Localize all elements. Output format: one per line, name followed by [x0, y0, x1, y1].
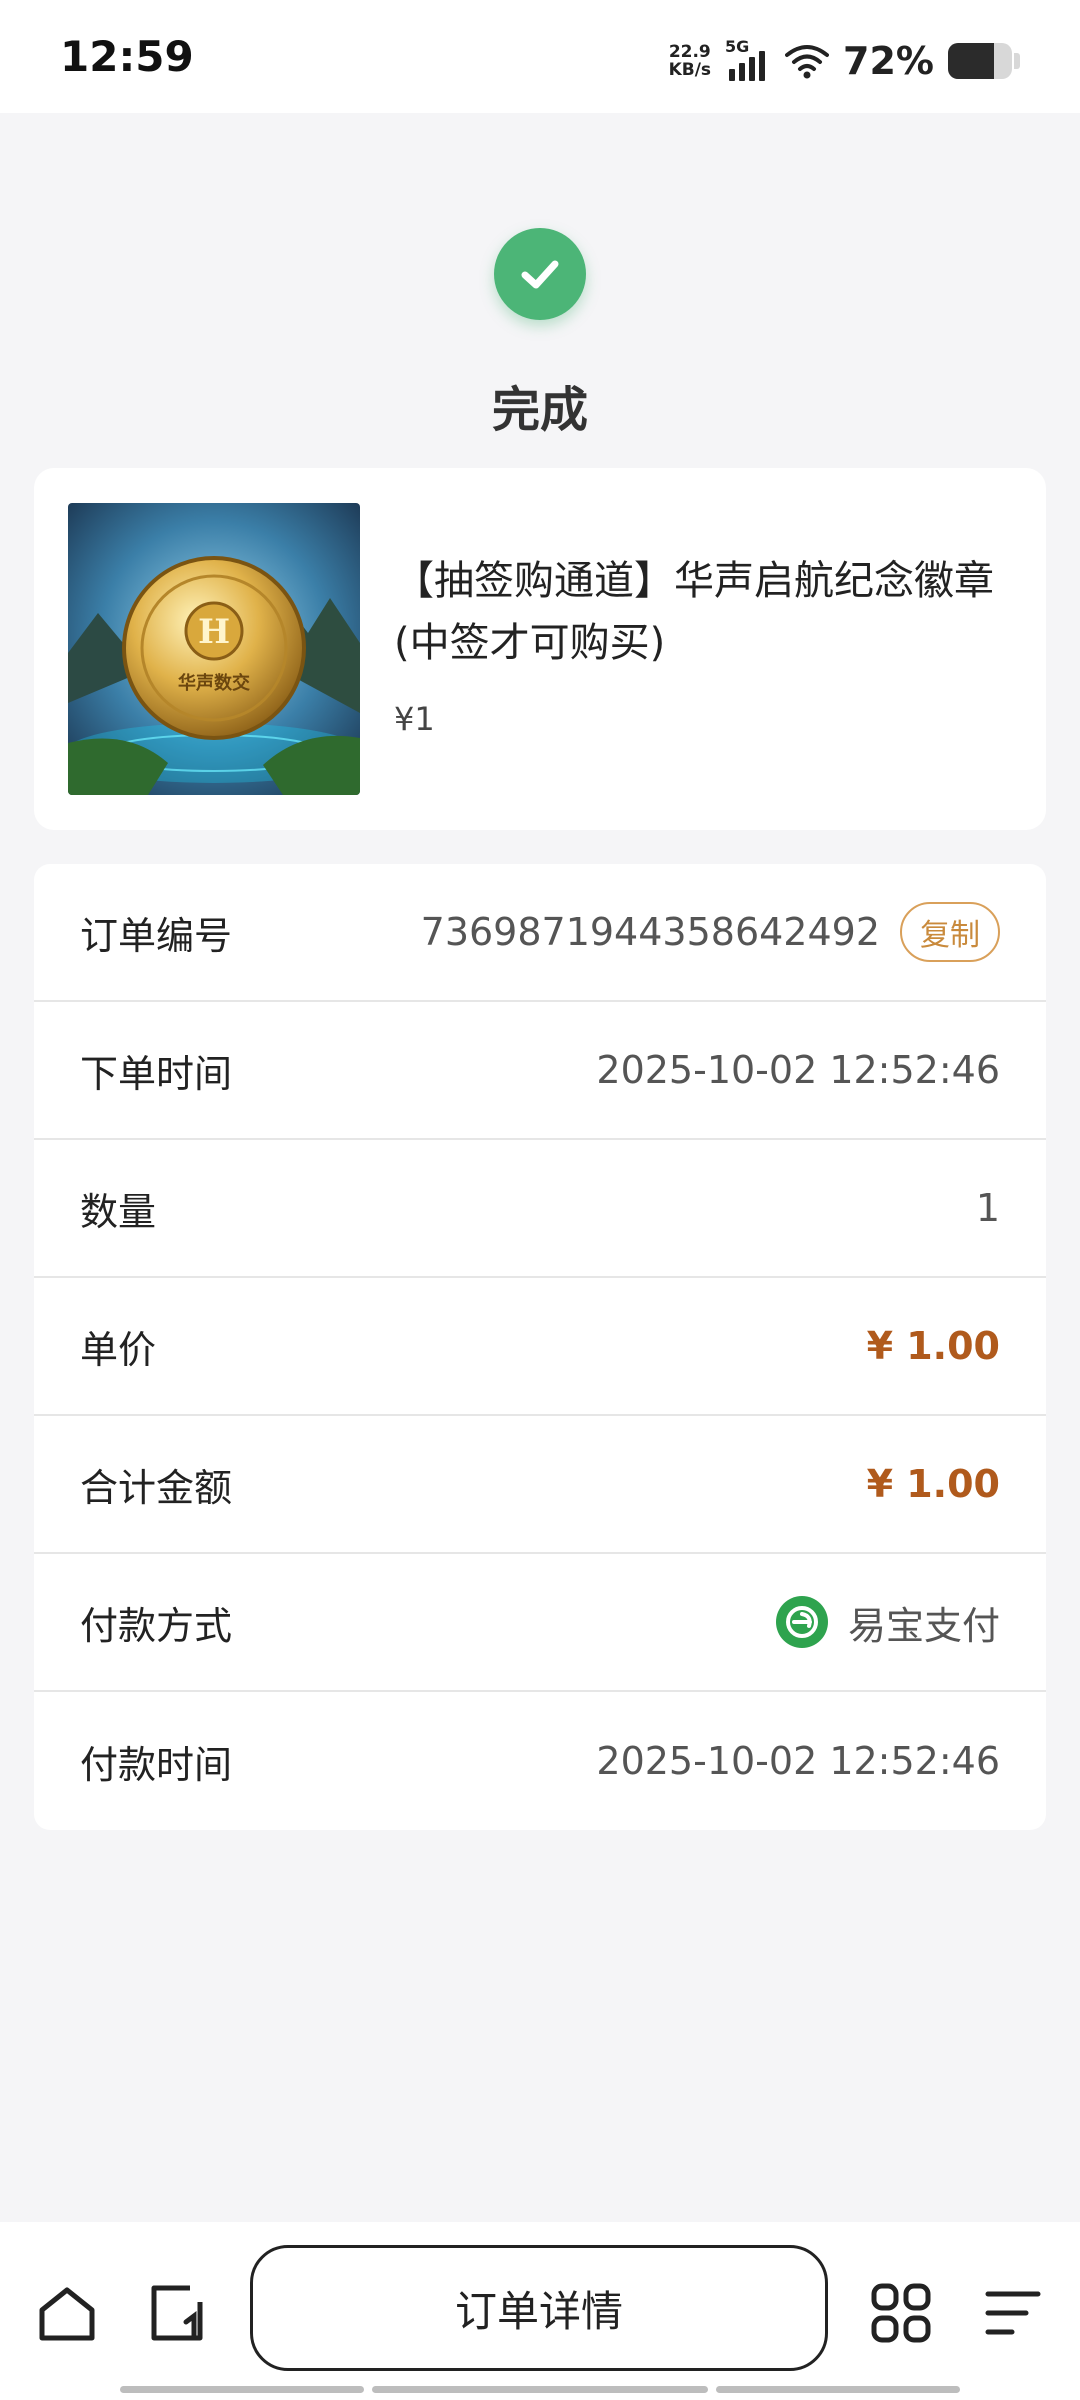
product-price: ¥1 [394, 700, 435, 738]
total-amount-row: 合计金额 ¥ 1.00 [34, 1416, 1046, 1554]
menu-icon[interactable] [982, 2282, 1044, 2344]
unit-price-label: 单价 [80, 1327, 157, 1372]
order-detail-button[interactable]: 订单详情 [250, 2245, 828, 2371]
order-info-card: 订单编号 7369871944358642492 复制 下单时间 2025-10… [34, 864, 1046, 1830]
quantity-value: 1 [975, 1186, 1000, 1230]
battery-percent: 72% [843, 39, 934, 83]
order-time-row: 下单时间 2025-10-02 12:52:46 [34, 1002, 1046, 1140]
wifi-icon [785, 45, 830, 79]
product-card[interactable]: H 华声数交 【抽签购通道】华声启航纪念徽章(中签才可购买) [34, 468, 1046, 830]
order-number-label: 订单编号 [80, 913, 233, 958]
svg-text:H: H [198, 612, 230, 652]
page-title: 完成 [491, 382, 588, 438]
network-speed-value: 22.9 [668, 42, 711, 62]
product-title: 【抽签购通道】华声启航纪念徽章(中签才可购买) [394, 558, 994, 666]
payment-method-value: 易宝支付 [847, 1603, 1000, 1648]
order-time-label: 下单时间 [80, 1051, 233, 1096]
network-speed-unit: KB/s [668, 60, 712, 80]
payment-time-label: 付款时间 [80, 1742, 233, 1787]
unit-price-value: ¥ 1.00 [866, 1324, 1000, 1368]
tab-indicator-1 [120, 2386, 364, 2393]
payment-method-label: 付款方式 [80, 1603, 233, 1648]
product-image: H 华声数交 [68, 503, 360, 795]
order-time-value: 2025-10-02 12:52:46 [596, 1048, 1000, 1092]
order-number-value: 7369871944358642492 [420, 910, 880, 954]
status-time: 12:59 [60, 32, 194, 81]
check-circle-icon [494, 228, 586, 320]
copy-button[interactable]: 复制 [900, 902, 1000, 962]
cellular-signal-icon: 5G [725, 37, 771, 81]
order-number-row: 订单编号 7369871944358642492 复制 [34, 864, 1046, 1002]
order-number-value-wrap: 7369871944358642492 复制 [421, 902, 1000, 962]
payment-method-row: 付款方式 易宝支付 [34, 1554, 1046, 1692]
home-icon[interactable] [36, 2282, 98, 2344]
status-indicators: 22.9 KB/s 5G 72% [669, 36, 1020, 86]
payment-time-row: 付款时间 2025-10-02 12:52:46 [34, 1692, 1046, 1830]
battery-icon [948, 43, 1012, 79]
total-amount-label: 合计金额 [80, 1465, 233, 1510]
apps-grid-icon[interactable] [870, 2282, 932, 2344]
status-bar: 12:59 22.9 KB/s 5G 72% [0, 0, 1080, 113]
network-speed: 22.9 KB/s [669, 43, 711, 79]
total-amount-value: ¥ 1.00 [866, 1462, 1000, 1506]
payment-method-value-wrap: 易宝支付 [775, 1595, 1000, 1650]
product-image-logo-text: 华声数交 [178, 672, 250, 694]
payment-time-value: 2025-10-02 12:52:46 [596, 1739, 1000, 1783]
quantity-label: 数量 [80, 1189, 157, 1234]
yeepay-logo-icon [775, 1596, 828, 1648]
quantity-row: 数量 1 [34, 1140, 1046, 1278]
tab-indicator-2 [372, 2386, 708, 2393]
unit-price-row: 单价 ¥ 1.00 [34, 1278, 1046, 1416]
tab-indicator-3 [716, 2386, 960, 2393]
tab-switch-icon[interactable] [146, 2282, 208, 2344]
